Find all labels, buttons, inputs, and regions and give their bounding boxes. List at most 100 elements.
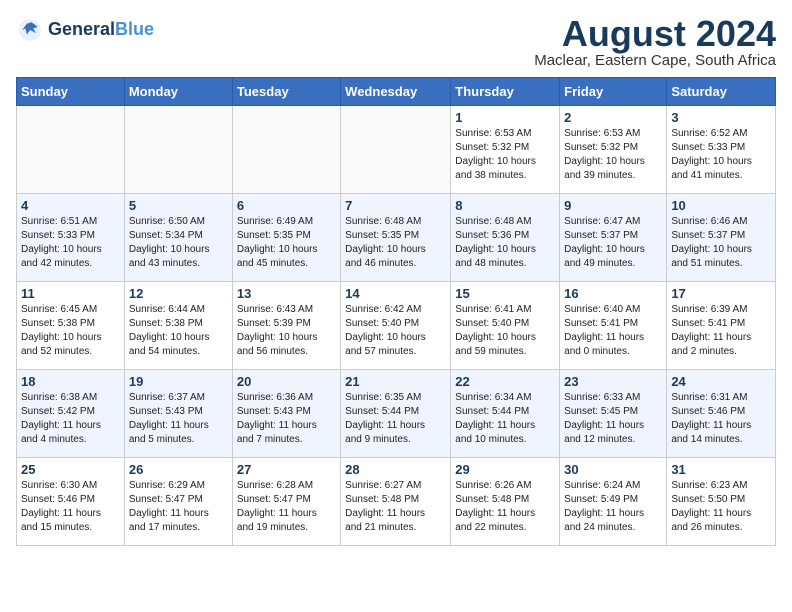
calendar-table: SundayMondayTuesdayWednesdayThursdayFrid…	[16, 77, 776, 546]
day-info: Sunrise: 6:39 AM Sunset: 5:41 PM Dayligh…	[671, 303, 771, 359]
calendar-cell: 17 Sunrise: 6:39 AM Sunset: 5:41 PM Dayli…	[667, 282, 776, 370]
day-info: Sunrise: 6:31 AM Sunset: 5:46 PM Dayligh…	[671, 391, 771, 447]
calendar-cell: 15 Sunrise: 6:41 AM Sunset: 5:40 PM Dayli…	[451, 282, 560, 370]
calendar-cell: 8Sunrise: 6:48 AM Sunset: 5:36 PM Daylig…	[451, 194, 560, 282]
day-number: 26	[129, 462, 228, 477]
day-info: Sunrise: 6:38 AM Sunset: 5:42 PM Dayligh…	[21, 391, 120, 447]
day-number: 6	[237, 198, 336, 213]
calendar-cell: 9Sunrise: 6:47 AM Sunset: 5:37 PM Daylig…	[560, 194, 667, 282]
day-info: Sunrise: 6:42 AM Sunset: 5:40 PM Dayligh…	[345, 303, 446, 359]
day-info: Sunrise: 6:45 AM Sunset: 5:38 PM Dayligh…	[21, 303, 120, 359]
day-number: 13	[237, 286, 336, 301]
day-number: 3	[671, 110, 771, 125]
day-info: Sunrise: 6:27 AM Sunset: 5:48 PM Dayligh…	[345, 479, 446, 535]
calendar-cell: 30 Sunrise: 6:24 AM Sunset: 5:49 PM Dayli…	[560, 458, 667, 546]
location-title: Maclear, Eastern Cape, South Africa	[534, 52, 776, 69]
day-number: 24	[671, 374, 771, 389]
day-info: Sunrise: 6:33 AM Sunset: 5:45 PM Dayligh…	[564, 391, 662, 447]
day-number: 30	[564, 462, 662, 477]
calendar-cell	[232, 106, 340, 194]
day-number: 2	[564, 110, 662, 125]
title-section: August 2024 Maclear, Eastern Cape, South…	[534, 16, 776, 69]
day-info: Sunrise: 6:28 AM Sunset: 5:47 PM Dayligh…	[237, 479, 336, 535]
day-number: 25	[21, 462, 120, 477]
day-number: 14	[345, 286, 446, 301]
day-number: 1	[455, 110, 555, 125]
day-info: Sunrise: 6:46 AM Sunset: 5:37 PM Dayligh…	[671, 215, 771, 271]
calendar-cell	[341, 106, 451, 194]
day-info: Sunrise: 6:41 AM Sunset: 5:40 PM Dayligh…	[455, 303, 555, 359]
calendar-cell: 11 Sunrise: 6:45 AM Sunset: 5:38 PM Dayli…	[17, 282, 125, 370]
weekday-header-sunday: Sunday	[17, 78, 125, 106]
day-number: 20	[237, 374, 336, 389]
day-info: Sunrise: 6:50 AM Sunset: 5:34 PM Dayligh…	[129, 215, 228, 271]
weekday-header-tuesday: Tuesday	[232, 78, 340, 106]
day-info: Sunrise: 6:30 AM Sunset: 5:46 PM Dayligh…	[21, 479, 120, 535]
calendar-cell: 14 Sunrise: 6:42 AM Sunset: 5:40 PM Dayli…	[341, 282, 451, 370]
day-info: Sunrise: 6:48 AM Sunset: 5:35 PM Dayligh…	[345, 215, 446, 271]
calendar-cell: 12Sunrise: 6:44 AM Sunset: 5:38 PM Dayli…	[124, 282, 232, 370]
calendar-cell: 22 Sunrise: 6:34 AM Sunset: 5:44 PM Dayli…	[451, 370, 560, 458]
day-info: Sunrise: 6:26 AM Sunset: 5:48 PM Dayligh…	[455, 479, 555, 535]
calendar-cell: 10 Sunrise: 6:46 AM Sunset: 5:37 PM Dayli…	[667, 194, 776, 282]
day-info: Sunrise: 6:29 AM Sunset: 5:47 PM Dayligh…	[129, 479, 228, 535]
day-number: 21	[345, 374, 446, 389]
calendar-cell: 24 Sunrise: 6:31 AM Sunset: 5:46 PM Dayli…	[667, 370, 776, 458]
weekday-header-thursday: Thursday	[451, 78, 560, 106]
calendar-cell: 2 Sunrise: 6:53 AM Sunset: 5:32 PM Daylig…	[560, 106, 667, 194]
day-number: 19	[129, 374, 228, 389]
day-info: Sunrise: 6:23 AM Sunset: 5:50 PM Dayligh…	[671, 479, 771, 535]
day-number: 7	[345, 198, 446, 213]
calendar-cell: 1Sunrise: 6:53 AM Sunset: 5:32 PM Daylig…	[451, 106, 560, 194]
calendar-cell: 18Sunrise: 6:38 AM Sunset: 5:42 PM Dayli…	[17, 370, 125, 458]
day-info: Sunrise: 6:52 AM Sunset: 5:33 PM Dayligh…	[671, 127, 771, 183]
calendar-cell: 7 Sunrise: 6:48 AM Sunset: 5:35 PM Daylig…	[341, 194, 451, 282]
weekday-header-wednesday: Wednesday	[341, 78, 451, 106]
day-info: Sunrise: 6:36 AM Sunset: 5:43 PM Dayligh…	[237, 391, 336, 447]
day-number: 16	[564, 286, 662, 301]
day-info: Sunrise: 6:40 AM Sunset: 5:41 PM Dayligh…	[564, 303, 662, 359]
calendar-cell: 25 Sunrise: 6:30 AM Sunset: 5:46 PM Dayli…	[17, 458, 125, 546]
weekday-header-monday: Monday	[124, 78, 232, 106]
day-number: 22	[455, 374, 555, 389]
day-number: 5	[129, 198, 228, 213]
day-info: Sunrise: 6:49 AM Sunset: 5:35 PM Dayligh…	[237, 215, 336, 271]
calendar-cell: 28 Sunrise: 6:27 AM Sunset: 5:48 PM Dayli…	[341, 458, 451, 546]
day-number: 31	[671, 462, 771, 477]
day-number: 11	[21, 286, 120, 301]
calendar-cell: 16 Sunrise: 6:40 AM Sunset: 5:41 PM Dayli…	[560, 282, 667, 370]
calendar-cell: 19Sunrise: 6:37 AM Sunset: 5:43 PM Dayli…	[124, 370, 232, 458]
day-info: Sunrise: 6:53 AM Sunset: 5:32 PM Dayligh…	[564, 127, 662, 183]
day-number: 4	[21, 198, 120, 213]
day-number: 8	[455, 198, 555, 213]
week-row-5: 25 Sunrise: 6:30 AM Sunset: 5:46 PM Dayli…	[17, 458, 776, 546]
calendar-cell: 5 Sunrise: 6:50 AM Sunset: 5:34 PM Daylig…	[124, 194, 232, 282]
day-info: Sunrise: 6:24 AM Sunset: 5:49 PM Dayligh…	[564, 479, 662, 535]
day-number: 17	[671, 286, 771, 301]
week-row-4: 18Sunrise: 6:38 AM Sunset: 5:42 PM Dayli…	[17, 370, 776, 458]
weekday-header-row: SundayMondayTuesdayWednesdayThursdayFrid…	[17, 78, 776, 106]
logo-bird-icon	[16, 16, 44, 44]
day-info: Sunrise: 6:47 AM Sunset: 5:37 PM Dayligh…	[564, 215, 662, 271]
day-number: 23	[564, 374, 662, 389]
month-title: August 2024	[534, 16, 776, 52]
calendar-cell	[124, 106, 232, 194]
weekday-header-saturday: Saturday	[667, 78, 776, 106]
weekday-header-friday: Friday	[560, 78, 667, 106]
day-number: 10	[671, 198, 771, 213]
week-row-2: 4Sunrise: 6:51 AM Sunset: 5:33 PM Daylig…	[17, 194, 776, 282]
calendar-cell: 21Sunrise: 6:35 AM Sunset: 5:44 PM Dayli…	[341, 370, 451, 458]
calendar-cell	[17, 106, 125, 194]
logo: GeneralBlue	[16, 16, 154, 44]
page-header: GeneralBlue August 2024 Maclear, Eastern…	[16, 16, 776, 69]
day-number: 28	[345, 462, 446, 477]
day-info: Sunrise: 6:34 AM Sunset: 5:44 PM Dayligh…	[455, 391, 555, 447]
calendar-cell: 26 Sunrise: 6:29 AM Sunset: 5:47 PM Dayli…	[124, 458, 232, 546]
day-number: 15	[455, 286, 555, 301]
day-number: 29	[455, 462, 555, 477]
calendar-cell: 4Sunrise: 6:51 AM Sunset: 5:33 PM Daylig…	[17, 194, 125, 282]
calendar-cell: 23 Sunrise: 6:33 AM Sunset: 5:45 PM Dayli…	[560, 370, 667, 458]
week-row-1: 1 Sunrise: 6:53 AM Sunset: 5:32 PM Daylig…	[17, 106, 776, 194]
logo-text: GeneralBlue	[48, 20, 154, 40]
calendar-cell: 3 Sunrise: 6:52 AM Sunset: 5:33 PM Daylig…	[667, 106, 776, 194]
